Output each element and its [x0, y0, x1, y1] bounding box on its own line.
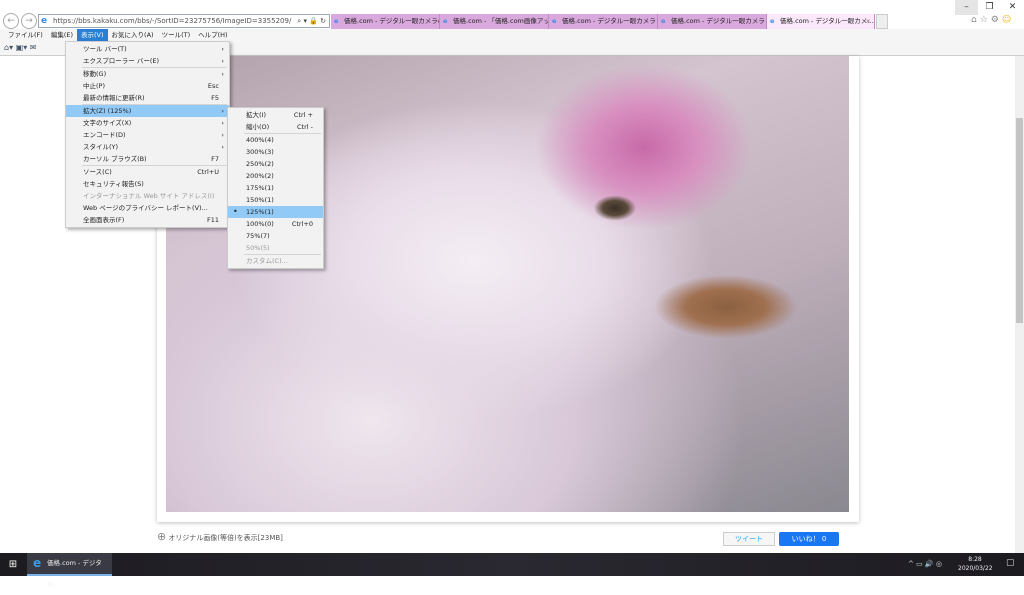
- tab[interactable]: 価格.com - 「価格.com画像アッ...: [440, 14, 549, 29]
- menu-item[interactable]: スタイル(Y) ›: [66, 141, 229, 153]
- menu-item[interactable]: エンコード(D) ›: [66, 129, 229, 141]
- scrollbar-thumb[interactable]: [1016, 118, 1023, 323]
- chevron-right-icon: ›: [221, 70, 224, 78]
- close-button[interactable]: ✕: [1001, 0, 1024, 15]
- menu-item[interactable]: カスタム(C)...: [228, 255, 323, 267]
- tab[interactable]: 価格.com - デジタル一眼カメラ 評...: [658, 14, 767, 29]
- menu-item[interactable]: 拡大(Z) (125%) ›: [66, 105, 229, 117]
- forward-button[interactable]: →: [21, 13, 37, 29]
- menu-item[interactable]: 移動(G) ›: [66, 68, 229, 80]
- address-bar[interactable]: e https://bbs.kakaku.com/bbs/-/SortID=232…: [38, 14, 330, 28]
- taskbar: [0, 553, 1024, 576]
- minimize-button[interactable]: –: [955, 0, 978, 15]
- new-tab-button[interactable]: [876, 14, 888, 29]
- menu-item[interactable]: セキュリティ報告(S): [66, 178, 229, 190]
- chevron-right-icon: ›: [221, 107, 224, 115]
- menu-favorites[interactable]: お気に入り(A): [108, 29, 158, 41]
- menu-item[interactable]: ツール バー(T) ›: [66, 43, 229, 55]
- menu-tools[interactable]: ツール(T): [158, 29, 195, 41]
- menu-item[interactable]: 中止(P) Esc: [66, 80, 229, 92]
- menu-item[interactable]: 文字のサイズ(X) ›: [66, 117, 229, 129]
- tweet-button[interactable]: ツイート: [723, 532, 775, 546]
- menu-item[interactable]: ソース(C) Ctrl+U: [66, 166, 229, 178]
- menu-bar: ファイル(F) 編集(E) 表示(V) お気に入り(A) ツール(T) ヘルプ(…: [0, 29, 1024, 41]
- menu-item[interactable]: • 125%(1): [228, 206, 323, 218]
- menu-edit[interactable]: 編集(E): [47, 29, 77, 41]
- selected-dot-icon: •: [233, 207, 238, 216]
- spider: [590, 193, 640, 223]
- chevron-right-icon: ›: [221, 57, 224, 65]
- chevron-right-icon: ›: [221, 143, 224, 151]
- menu-item[interactable]: 拡大(I) Ctrl +: [228, 109, 323, 121]
- home-favorites-settings-icons[interactable]: ⌂☆⚙☺: [971, 15, 1014, 25]
- menu-item[interactable]: 400%(4): [228, 134, 323, 146]
- start-button[interactable]: ⊞: [0, 553, 26, 576]
- menu-item[interactable]: 全画面表示(F) F11: [66, 214, 229, 226]
- original-image-link[interactable]: ⊕ オリジナル画像(等倍)を表示[23MB]: [157, 531, 283, 544]
- ie-icon: e: [41, 16, 48, 26]
- menu-file[interactable]: ファイル(F): [4, 29, 47, 41]
- close-tab-icon[interactable]: ×: [866, 14, 871, 29]
- notification-icon[interactable]: ▢: [1006, 558, 1015, 568]
- menu-item[interactable]: 75%(7): [228, 230, 323, 242]
- menu-item[interactable]: エクスプローラー バー(E) ›: [66, 55, 229, 67]
- menu-item[interactable]: Web ページのプライバシー レポート(V)...: [66, 202, 229, 214]
- menu-item[interactable]: 300%(3): [228, 146, 323, 158]
- like-button[interactable]: いいね！ 0: [779, 532, 839, 546]
- search-lock-refresh-icons[interactable]: ⌕ ▾ 🔒 ↻: [297, 15, 326, 27]
- zoom-submenu: 拡大(I) Ctrl + 縮小(O) Ctrl -400%(4) 300%(3) 250%…: [227, 107, 324, 269]
- menu-view[interactable]: 表示(V): [77, 29, 108, 41]
- tab[interactable]: 価格.com - デジタル一眼カメラの...: [331, 14, 440, 29]
- chevron-right-icon: ›: [221, 45, 224, 53]
- tab[interactable]: 価格.com - デジタル一眼カメラ 評...: [549, 14, 658, 29]
- chevron-right-icon: ›: [221, 131, 224, 139]
- menu-item[interactable]: 200%(2): [228, 170, 323, 182]
- menu-help[interactable]: ヘルプ(H): [194, 29, 231, 41]
- taskbar-app-ie[interactable]: 価格.com - デジタル...: [27, 553, 112, 588]
- menu-item[interactable]: インターナショナル Web サイト アドレス(I): [66, 190, 229, 202]
- menu-item[interactable]: 50%(5): [228, 242, 323, 254]
- tab-strip: 価格.com - デジタル一眼カメラの... 価格.com - 「価格.com画…: [331, 14, 888, 29]
- system-tray[interactable]: ^ ▭ 🔊 ◎: [908, 553, 942, 576]
- menu-item[interactable]: カーソル ブラウズ(B) F7: [66, 153, 229, 165]
- menu-item[interactable]: 100%(0) Ctrl+0: [228, 218, 323, 230]
- view-menu: ツール バー(T) › エクスプローラー バー(E) › 移動(G) › 中止(P) Esc 最…: [65, 41, 230, 228]
- chevron-right-icon: ›: [221, 119, 224, 127]
- menu-item[interactable]: 150%(1): [228, 194, 323, 206]
- menu-item[interactable]: 175%(1): [228, 182, 323, 194]
- back-button[interactable]: ←: [3, 13, 19, 29]
- clock[interactable]: 8:28 2020/03/22: [958, 555, 993, 573]
- menu-item[interactable]: 縮小(O) Ctrl -: [228, 121, 323, 133]
- restore-button[interactable]: ❐: [978, 0, 1001, 15]
- url-text: https://bbs.kakaku.com/bbs/-/SortID=2327…: [53, 17, 292, 25]
- menu-item[interactable]: 最新の情報に更新(R) F5: [66, 92, 229, 104]
- home-icon[interactable]: ⌂▾ ▣▾ ✉: [4, 43, 36, 52]
- menu-item[interactable]: 250%(2): [228, 158, 323, 170]
- zoom-in-icon: ⊕: [157, 530, 167, 543]
- tab-active[interactable]: 価格.com - デジタル一眼カメ...×: [767, 14, 875, 29]
